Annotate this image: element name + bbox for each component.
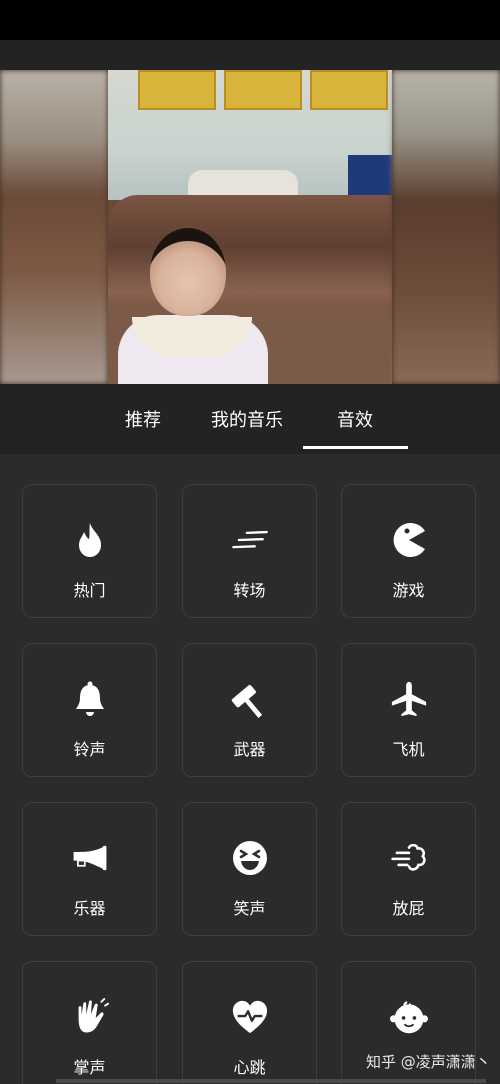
category-label: 武器 — [233, 740, 266, 759]
gust-icon — [390, 839, 428, 877]
preview-blur-left — [0, 70, 108, 384]
category-weapon[interactable]: 武器 — [182, 643, 317, 777]
category-laughter[interactable]: 笑声 — [182, 802, 317, 936]
airplane-icon — [390, 680, 428, 718]
bell-icon — [71, 680, 109, 718]
swoosh-lines-icon — [231, 521, 269, 559]
category-fart[interactable]: 放屁 — [341, 802, 476, 936]
preview-blur-right — [392, 70, 500, 384]
frame-baby-head — [150, 228, 226, 316]
horn-icon — [71, 839, 109, 877]
hammer-icon — [231, 680, 269, 718]
category-game[interactable]: 游戏 — [341, 484, 476, 618]
category-label: 游戏 — [392, 581, 425, 600]
tab-recommended[interactable]: 推荐 — [125, 406, 161, 432]
laughing-face-icon — [231, 839, 269, 877]
video-frame — [108, 70, 392, 384]
category-transition[interactable]: 转场 — [182, 484, 317, 618]
video-preview[interactable] — [0, 70, 500, 384]
category-applause[interactable]: 掌声 — [22, 961, 157, 1084]
watermark: 知乎 @凌声潇潇丶 — [366, 1053, 491, 1071]
category-label: 热门 — [73, 581, 106, 600]
category-label: 放屁 — [392, 899, 425, 918]
category-label: 飞机 — [392, 740, 425, 759]
tab-my-music[interactable]: 我的音乐 — [211, 406, 283, 432]
frame-posters — [138, 70, 388, 110]
pacman-icon — [390, 521, 428, 559]
frame-shelf-box — [348, 155, 392, 195]
category-label: 笑声 — [233, 899, 266, 918]
baby-face-icon — [389, 998, 428, 1036]
flame-icon — [71, 521, 109, 559]
active-tab-indicator — [303, 446, 408, 449]
heartbeat-icon — [231, 998, 269, 1036]
music-tabs: 推荐 我的音乐 音效 — [0, 384, 500, 454]
category-label: 心跳 — [233, 1058, 266, 1077]
category-label: 转场 — [233, 581, 266, 600]
category-label: 掌声 — [73, 1058, 106, 1077]
category-airplane[interactable]: 飞机 — [341, 643, 476, 777]
category-heartbeat[interactable]: 心跳 — [182, 961, 317, 1084]
tab-sound-effects[interactable]: 音效 — [337, 406, 373, 432]
category-ringtone[interactable]: 铃声 — [22, 643, 157, 777]
bottom-strip — [56, 1079, 486, 1083]
header-band — [0, 40, 500, 70]
category-instrument[interactable]: 乐器 — [22, 802, 157, 936]
clapping-hand-icon — [71, 998, 109, 1036]
category-label: 铃声 — [73, 740, 106, 759]
category-label: 乐器 — [73, 899, 106, 918]
status-bar — [0, 0, 500, 40]
category-hot[interactable]: 热门 — [22, 484, 157, 618]
sound-category-grid: 热门 转场 游戏 铃声 武器 飞机 乐器 笑声 放屁 掌声 心跳 — [22, 484, 478, 1084]
